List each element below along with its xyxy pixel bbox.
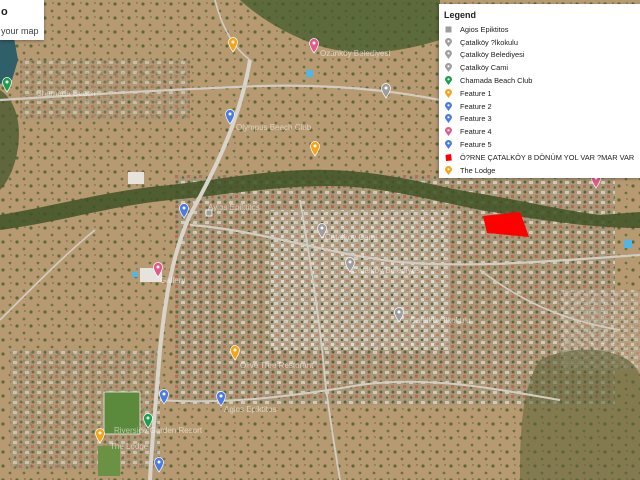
legend-item-the-lodge[interactable]: The Lodge [445, 164, 634, 177]
legend-list: Agios Epiktitos Çatalköy ?lkokulu Çatalk… [445, 23, 634, 177]
legend-item-chamada-beach-club[interactable]: Chamada Beach Club [445, 74, 634, 87]
legend-item-label: Çatalköy Belediyesi [460, 50, 525, 60]
pin-icon [445, 101, 452, 111]
legend-item-feature-4[interactable]: Feature 4 [445, 125, 634, 138]
poi-label: Ayios Epiktitos [208, 203, 260, 212]
town-area [270, 210, 450, 350]
pin-icon [445, 127, 452, 137]
map-subtitle: your map [1, 26, 39, 36]
legend-item-catalkoy-ilkokulu[interactable]: Çatalköy ?lkokulu [445, 36, 634, 49]
poi-label: Olympus Beach Club [236, 123, 312, 132]
legend-item-label: The Lodge [460, 165, 496, 175]
polygon-icon [445, 153, 452, 161]
map-title: o [1, 6, 8, 18]
pin-icon [445, 63, 452, 73]
pool [306, 70, 313, 77]
pin-icon [445, 76, 452, 86]
legend-item-label: Feature 5 [460, 140, 492, 150]
legend-item-label: Çatalköy Cami [460, 63, 509, 73]
pin-icon [445, 37, 452, 47]
legend-item-label: Feature 1 [460, 88, 492, 98]
square-marker-icon-agios-epiktitos[interactable] [205, 209, 213, 217]
legend-item-feature-3[interactable]: Feature 3 [445, 113, 634, 126]
legend-item-label: Feature 3 [460, 114, 492, 124]
legend-item-label: Chamada Beach Club [460, 76, 533, 86]
poi-label: Catalkoy Cami [325, 233, 377, 242]
poi-label: Olive Tree Restorant [240, 361, 314, 370]
square-marker-icon [445, 26, 452, 33]
pool [132, 272, 138, 277]
legend-item-agios-epiktitos[interactable]: Agios Epiktitos [445, 23, 634, 36]
legend-panel: Legend Agios Epiktitos Çatalköy ?lkokulu… [439, 4, 640, 178]
poi-label: Catalkoy Belediyesi [352, 266, 422, 275]
legend-item-catalkoy-belediyesi[interactable]: Çatalköy Belediyesi [445, 49, 634, 62]
pool [624, 240, 632, 248]
poi-label: Ozanköy Belediyesi [320, 49, 390, 58]
pin-icon [445, 114, 452, 124]
pin-icon [445, 50, 452, 60]
pin-icon [445, 165, 452, 175]
legend-item-label: Ö?RNE ÇATALKÖY 8 DÖNÜM YOL VAR ?MAR VAR [460, 152, 635, 162]
legend-title: Legend [444, 10, 477, 20]
legend-item-feature-2[interactable]: Feature 2 [445, 100, 634, 113]
poi-label: Riverside Garden Resort [114, 426, 203, 435]
legend-item-feature-1[interactable]: Feature 1 [445, 87, 634, 100]
legend-item-land-plot[interactable]: Ö?RNE ÇATALKÖY 8 DÖNÜM YOL VAR ?MAR VAR [445, 151, 634, 164]
poi-label: Chamada Beach [36, 89, 96, 98]
legend-item-label: Çatalköy ?lkokulu [460, 37, 518, 47]
poi-label: Çatalköy Ilkokulu [410, 316, 470, 325]
poi-label: Gallery [160, 276, 185, 285]
legend-item-label: Feature 2 [460, 101, 492, 111]
se-hill-vegetation [520, 349, 640, 480]
map-info-panel: o your map [0, 0, 44, 40]
poi-label: Agios Epiktitos [224, 405, 276, 414]
building-block [128, 172, 144, 184]
pin-icon [445, 88, 452, 98]
poi-label: The Lodge [110, 442, 149, 451]
pin-icon [445, 140, 452, 150]
legend-item-feature-5[interactable]: Feature 5 [445, 138, 634, 151]
legend-item-label: Agios Epiktitos [460, 24, 509, 34]
legend-item-label: Feature 4 [460, 127, 492, 137]
legend-item-catalkoy-cami[interactable]: Çatalköy Cami [445, 61, 634, 74]
